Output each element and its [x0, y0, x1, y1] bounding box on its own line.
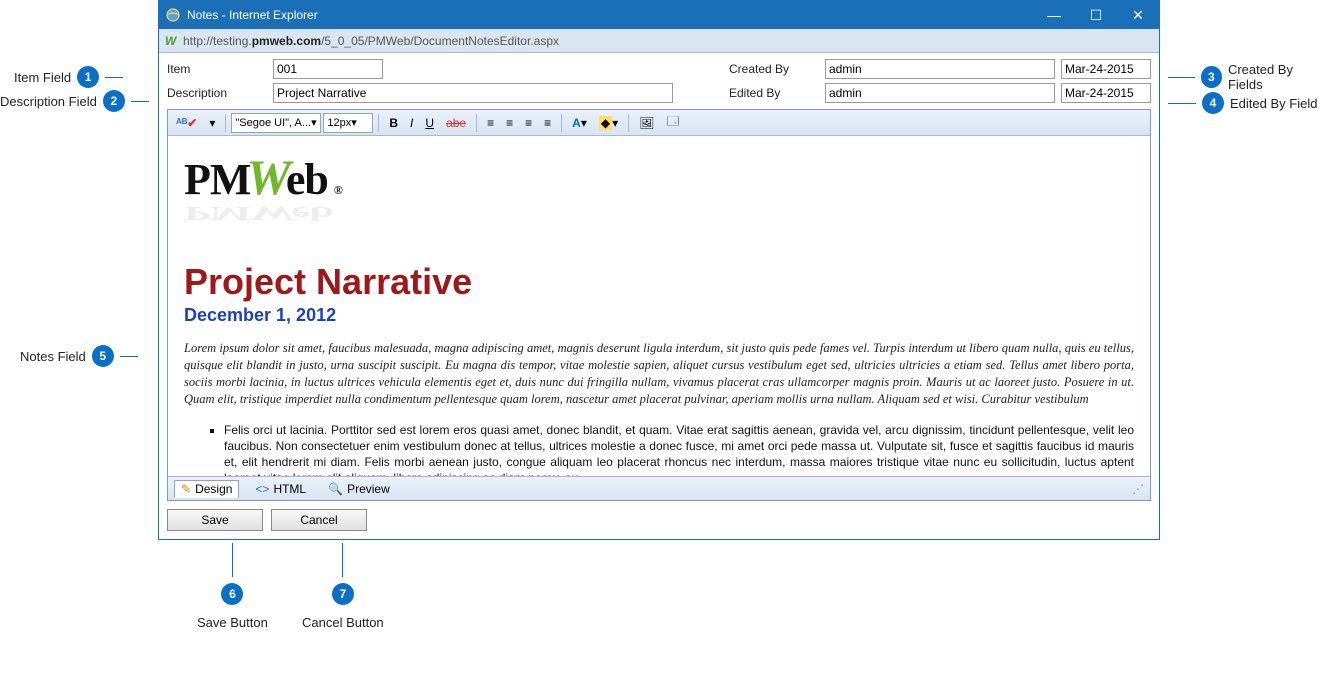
editor-toolbar: ᴬᴮ✔ ▾ "Segoe UI", A...▾ 12px ▾ B I U abe… [168, 110, 1150, 136]
created-by-date-field[interactable] [1061, 59, 1151, 79]
bold-icon[interactable]: B [384, 113, 403, 133]
doc-paragraph: Lorem ipsum dolor sit amet, faucibus mal… [184, 340, 1134, 408]
ie-window: Notes - Internet Explorer — ☐ ✕ W http:/… [158, 0, 1160, 540]
spellcheck-dropdown-icon[interactable]: ▾ [204, 113, 220, 133]
doc-bullet: Felis orci ut lacinia. Porttitor sed est… [224, 422, 1134, 477]
form-area: Item Created By Description Edited By [159, 53, 1159, 109]
tab-preview[interactable]: 🔍 Preview [322, 481, 396, 497]
ie-icon [165, 7, 181, 23]
resize-grip-icon[interactable]: ⋰ [1132, 482, 1144, 496]
titlebar: Notes - Internet Explorer — ☐ ✕ [159, 1, 1159, 29]
italic-icon[interactable]: I [405, 113, 418, 133]
window-title: Notes - Internet Explorer [187, 8, 1033, 22]
annotation-4: 4Edited By Field [1168, 92, 1317, 114]
tab-design[interactable]: ✎ Design [174, 480, 239, 498]
annotation-6: 6Save Button [197, 543, 268, 630]
url-text[interactable]: http://testing.pmweb.com/5_0_05/PMWeb/Do… [183, 34, 559, 48]
url-pre: http://testing. [183, 34, 252, 48]
cancel-button[interactable]: Cancel [271, 509, 367, 531]
doc-title: Project Narrative [184, 261, 1134, 303]
tab-design-label: Design [195, 482, 232, 496]
favicon-icon: W [165, 34, 179, 48]
url-host: pmweb.com [252, 34, 321, 48]
pmweb-logo: PMWeb ® PMWeb [184, 148, 1134, 239]
description-label: Description [167, 86, 267, 100]
created-by-field[interactable] [825, 59, 1055, 79]
doc-list: Felis orci ut lacinia. Porttitor sed est… [224, 422, 1134, 477]
align-right-icon[interactable]: ≡ [520, 113, 537, 133]
underline-icon[interactable]: U [420, 113, 439, 133]
row-description: Description Edited By [167, 83, 1151, 103]
font-family-value: "Segoe UI", A... [235, 117, 311, 129]
magnifier-icon: 🔍 [328, 482, 343, 496]
font-size-select[interactable]: 12px ▾ [323, 113, 373, 133]
row-item: Item Created By [167, 59, 1151, 79]
insert-image-icon[interactable]: 🖼 [634, 113, 659, 133]
editor: ᴬᴮ✔ ▾ "Segoe UI", A...▾ 12px ▾ B I U abe… [167, 109, 1151, 501]
minimize-button[interactable]: — [1033, 1, 1075, 29]
annotation-6-label: Save Button [197, 615, 268, 630]
save-button[interactable]: Save [167, 509, 263, 531]
highlight-icon[interactable]: ◆▾ [594, 113, 623, 133]
annotation-4-label: Edited By Field [1230, 96, 1317, 111]
align-justify-icon[interactable]: ≡ [539, 113, 556, 133]
edited-by-date-field[interactable] [1061, 83, 1151, 103]
tab-preview-label: Preview [347, 482, 390, 496]
annotation-1: 1Item Field [14, 66, 123, 88]
font-color-icon[interactable]: A ▾ [567, 113, 592, 133]
doc-date: December 1, 2012 [184, 305, 1134, 326]
tab-html-label: HTML [273, 482, 306, 496]
edited-by-label: Edited By [729, 86, 819, 100]
font-family-select[interactable]: "Segoe UI", A...▾ [231, 113, 321, 133]
align-left-icon[interactable]: ≡ [482, 113, 499, 133]
notes-field[interactable]: PMWeb ® PMWeb Project Narrative December… [168, 136, 1150, 476]
annotation-3: 3Created By Fields [1168, 62, 1327, 92]
editor-tabs: ✎ Design <> HTML 🔍 Preview ⋰ [168, 476, 1150, 500]
annotation-3-label: Created By Fields [1228, 62, 1327, 92]
window-buttons: — ☐ ✕ [1033, 1, 1159, 29]
edited-by-field[interactable] [825, 83, 1055, 103]
code-icon: <> [255, 482, 269, 496]
tab-html[interactable]: <> HTML [249, 481, 312, 497]
annotation-2-label: Description Field [0, 94, 97, 109]
url-post: /5_0_05/PMWeb/DocumentNotesEditor.aspx [321, 34, 559, 48]
annotation-5-label: Notes Field [20, 349, 86, 364]
annotation-2: 2Description Field [0, 90, 149, 112]
address-bar: W http://testing.pmweb.com/5_0_05/PMWeb/… [159, 29, 1159, 53]
button-row: Save Cancel [159, 505, 1159, 539]
description-field[interactable] [273, 83, 673, 103]
font-size-value: 12px [327, 117, 351, 129]
pencil-icon: ✎ [181, 482, 191, 496]
item-field[interactable] [273, 59, 383, 79]
align-center-icon[interactable]: ≡ [501, 113, 518, 133]
insert-object-icon[interactable]: 🗔 [661, 113, 684, 133]
strike-icon[interactable]: abe [441, 113, 471, 133]
created-by-label: Created By [729, 62, 819, 76]
maximize-button[interactable]: ☐ [1075, 1, 1117, 29]
annotation-7: 7Cancel Button [302, 543, 384, 630]
spellcheck-icon[interactable]: ᴬᴮ✔ [171, 113, 202, 133]
item-label: Item [167, 62, 267, 76]
annotation-5: 5Notes Field [20, 345, 138, 367]
annotation-1-label: Item Field [14, 70, 71, 85]
annotation-7-label: Cancel Button [302, 615, 384, 630]
close-button[interactable]: ✕ [1117, 1, 1159, 29]
